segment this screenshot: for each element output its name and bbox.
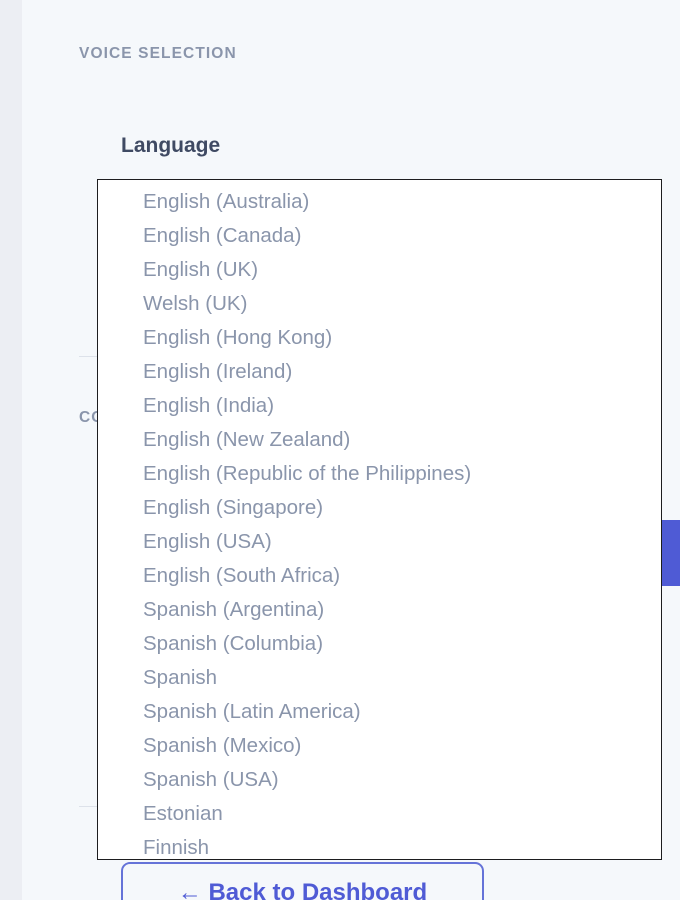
language-option[interactable]: English (USA)	[98, 525, 661, 559]
language-option[interactable]: Spanish (Argentina)	[98, 593, 661, 627]
language-dropdown-popup[interactable]: English (Australia) English (Canada) Engli…	[97, 179, 662, 860]
language-option[interactable]: English (South Africa)	[98, 559, 661, 593]
language-option[interactable]: English (Hong Kong)	[98, 321, 661, 355]
language-option[interactable]: Spanish (Mexico)	[98, 729, 661, 763]
language-option[interactable]: English (New Zealand)	[98, 423, 661, 457]
language-option-list[interactable]: English (Australia) English (Canada) Engli…	[98, 180, 661, 859]
section-header-voice-selection: VOICE SELECTION	[79, 45, 237, 62]
language-option[interactable]: Spanish (Columbia)	[98, 627, 661, 661]
language-option[interactable]: Spanish (Latin America)	[98, 695, 661, 729]
language-option[interactable]: English (Republic of the Philippines)	[98, 457, 661, 491]
language-option[interactable]: English (Canada)	[98, 219, 661, 253]
language-option[interactable]: English (Australia)	[98, 185, 661, 219]
language-option[interactable]: English (Singapore)	[98, 491, 661, 525]
language-option[interactable]: Welsh (UK)	[98, 287, 661, 321]
language-option[interactable]: English (UK)	[98, 253, 661, 287]
page-root: VOICE SELECTION Language CONTENT Generat…	[0, 0, 680, 900]
language-option[interactable]: Spanish	[98, 661, 661, 695]
language-option[interactable]: Estonian	[98, 797, 661, 831]
language-field-label: Language	[121, 134, 221, 157]
language-option[interactable]: English (Ireland)	[98, 355, 661, 389]
language-option[interactable]: Finnish	[98, 831, 661, 859]
language-option[interactable]: English (India)	[98, 389, 661, 423]
back-to-dashboard-button[interactable]: ← Back to Dashboard	[121, 862, 484, 900]
language-option[interactable]: Spanish (USA)	[98, 763, 661, 797]
